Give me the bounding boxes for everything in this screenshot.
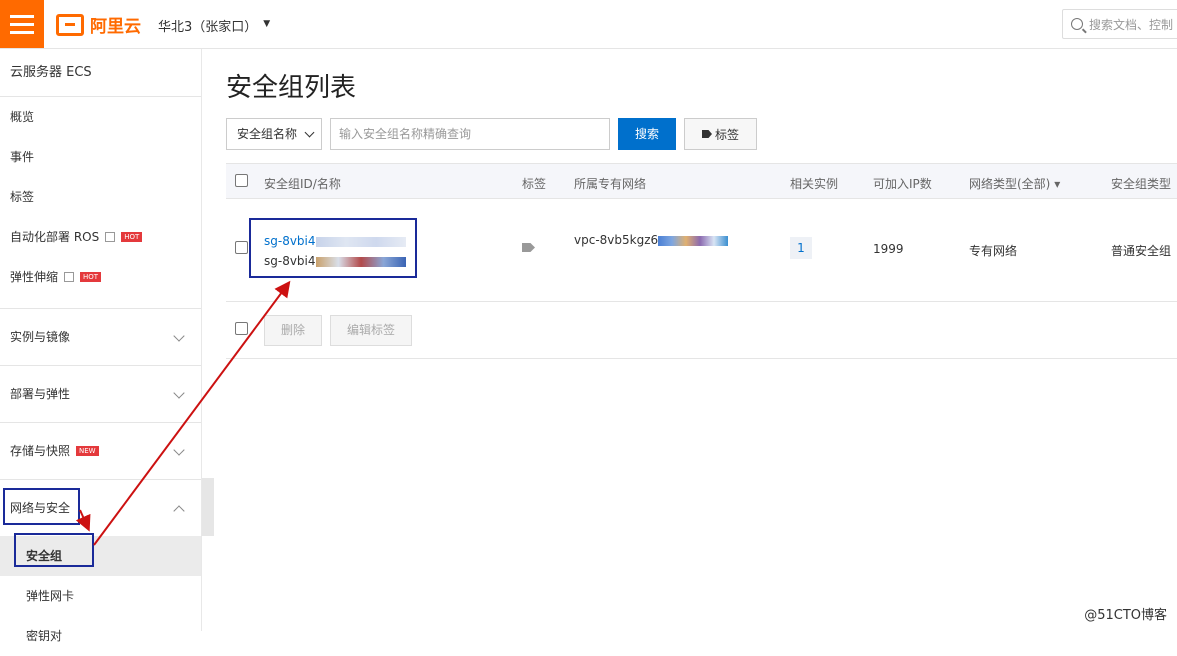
sidebar-collapse-handle[interactable] (202, 478, 214, 536)
region-label: 华北3（张家口） (158, 16, 257, 35)
search-placeholder: 搜索文档、控制 (1089, 16, 1173, 33)
table-header: 安全组ID/名称 标签 所属专有网络 相关实例 可加入IP数 网络类型(全部) … (226, 163, 1177, 199)
edit-tags-button[interactable]: 编辑标签 (330, 315, 412, 346)
hot-badge: HOT (121, 232, 142, 242)
vpc-id[interactable]: vpc-8vb5kgz6 (574, 233, 728, 247)
new-badge: NEW (76, 446, 99, 456)
column-header: 所属专有网络 (574, 175, 646, 192)
aliyun-logo-icon (56, 14, 84, 36)
column-header: 标签 (522, 175, 546, 192)
tag-icon (702, 130, 712, 138)
row-checkbox[interactable] (235, 241, 248, 254)
sidebar-item-label: 概览 (10, 97, 34, 137)
network-type: 专有网络 (969, 242, 1017, 259)
security-group-search-input[interactable]: 输入安全组名称精确查询 (330, 118, 610, 150)
chevron-down-icon (173, 330, 184, 341)
column-header: 安全组类型 (1111, 175, 1171, 192)
chevron-down-icon (173, 444, 184, 455)
footer-select-all-checkbox[interactable] (235, 322, 248, 335)
chevron-down-icon (305, 128, 315, 138)
sidebar-item-tags[interactable]: 标签 (0, 177, 201, 217)
ip-count: 1999 (873, 242, 904, 256)
sidebar-title: 云服务器 ECS (0, 49, 201, 97)
sidebar-item-overview[interactable]: 概览 (0, 97, 201, 137)
sidebar-group-label: 存储与快照 (10, 423, 70, 480)
sidebar-item-autoscaling[interactable]: 弹性伸缩 HOT (0, 257, 201, 297)
chevron-down-icon (173, 387, 184, 398)
aliyun-logo[interactable]: 阿里云 (56, 12, 141, 37)
sidebar-group-instances-images[interactable]: 实例与镜像 (0, 308, 201, 365)
sidebar-item-keypair[interactable]: 密钥对 (0, 616, 201, 656)
security-group-type: 普通安全组 (1111, 242, 1171, 259)
highlight-box-security-group-menu (14, 533, 94, 567)
sidebar-item-ros[interactable]: 自动化部署 ROS HOT (0, 217, 201, 257)
tag-button-label: 标签 (715, 126, 739, 143)
sidebar-group-label: 实例与镜像 (10, 309, 70, 366)
vpc-id-text: vpc-8vb5kgz6 (574, 233, 658, 247)
top-bar: 阿里云 华北3（张家口） ▼ 搜索文档、控制 (0, 0, 1177, 49)
sidebar-item-label: 事件 (10, 137, 34, 177)
sidebar-item-label: 弹性伸缩 (10, 257, 58, 297)
search-button[interactable]: 搜索 (618, 118, 676, 150)
sidebar-group-deployment[interactable]: 部署与弹性 (0, 365, 201, 422)
column-header: 相关实例 (790, 175, 838, 192)
select-all-checkbox[interactable] (235, 174, 248, 187)
network-type-filter[interactable]: 网络类型(全部) ▾ (969, 175, 1060, 192)
delete-button[interactable]: 删除 (264, 315, 322, 346)
column-header: 安全组ID/名称 (264, 175, 341, 192)
sidebar-item-events[interactable]: 事件 (0, 137, 201, 177)
related-instances-count[interactable]: 1 (790, 237, 812, 259)
tag-filter-button[interactable]: 标签 (684, 118, 757, 150)
region-selector[interactable]: 华北3（张家口） ▼ (158, 16, 270, 35)
highlight-box-network-security (3, 488, 80, 525)
sidebar-item-label: 标签 (10, 177, 34, 217)
watermark: @51CTO博客 (1084, 604, 1167, 623)
filter-select-value: 安全组名称 (237, 119, 297, 149)
chevron-up-icon (173, 505, 184, 516)
column-header: 网络类型(全部) (969, 177, 1050, 191)
column-header: 可加入IP数 (873, 175, 932, 192)
caret-down-icon: ▼ (263, 19, 270, 35)
table-footer: 删除 编辑标签 (226, 302, 1177, 359)
filter-field-select[interactable]: 安全组名称 (226, 118, 322, 150)
sidebar-group-label: 部署与弹性 (10, 366, 70, 423)
sidebar-group-storage[interactable]: 存储与快照 NEW (0, 422, 201, 479)
masked-text (658, 236, 728, 246)
search-icon (1071, 18, 1083, 30)
sidebar-item-eni[interactable]: 弹性网卡 (0, 576, 201, 616)
global-search-input[interactable]: 搜索文档、控制 (1062, 9, 1177, 39)
sidebar-item-label: 自动化部署 ROS (10, 217, 99, 257)
page-title: 安全组列表 (226, 67, 356, 104)
external-link-icon (64, 272, 74, 282)
menu-icon[interactable] (0, 0, 44, 48)
logo-text: 阿里云 (90, 12, 141, 37)
tag-icon[interactable] (522, 243, 535, 252)
hot-badge: HOT (80, 272, 101, 282)
highlight-box-security-group-id (249, 218, 417, 278)
external-link-icon (105, 232, 115, 242)
